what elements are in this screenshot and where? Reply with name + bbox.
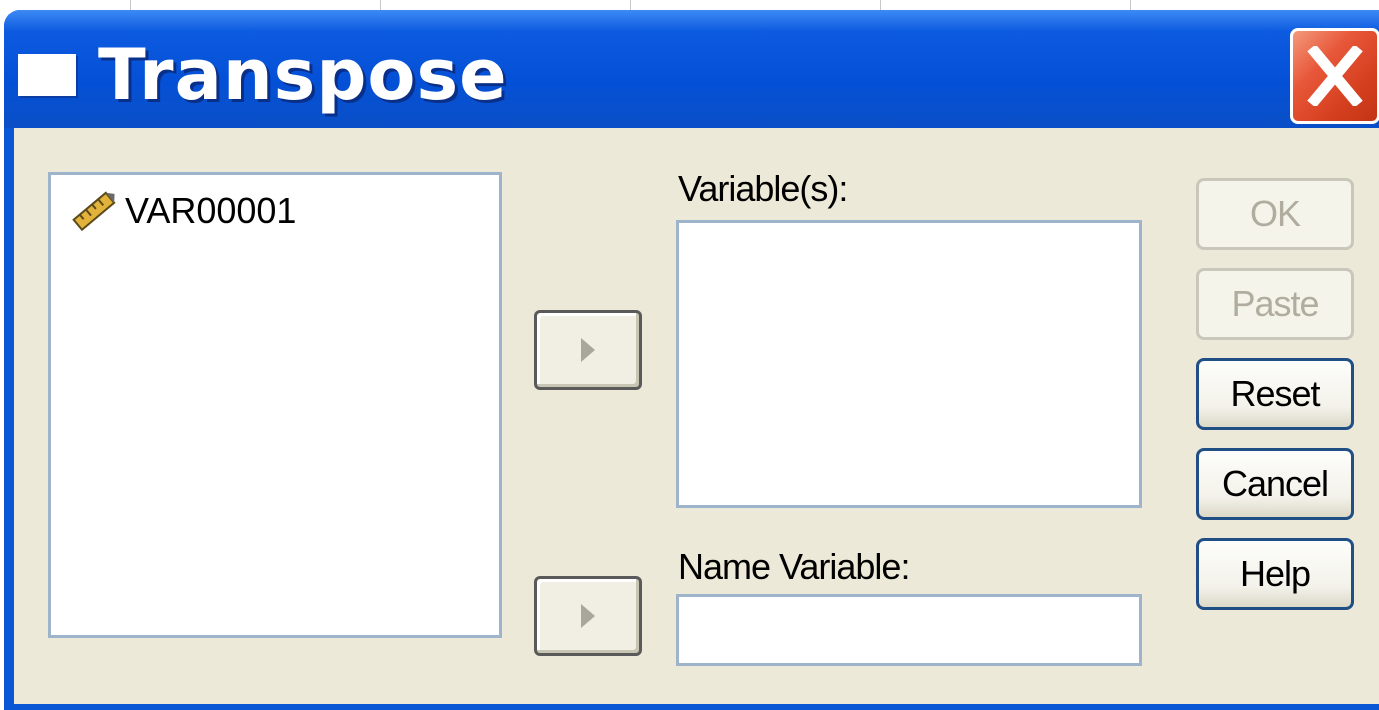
list-item-label: VAR00001 (125, 190, 297, 231)
cancel-button[interactable]: Cancel (1196, 448, 1354, 520)
title-bar[interactable]: Transpose (4, 10, 1379, 128)
window-title: Transpose (98, 34, 508, 116)
close-icon (1307, 46, 1363, 106)
dialog-body: VAR00001 Variable(s): Name Variable: OK … (14, 128, 1379, 704)
window-icon (18, 54, 76, 96)
arrow-right-icon (581, 338, 595, 362)
reset-button[interactable]: Reset (1196, 358, 1354, 430)
move-to-variables-button[interactable] (534, 310, 642, 390)
name-variable-field[interactable] (676, 594, 1142, 666)
arrow-right-icon (581, 604, 595, 628)
list-item-var00001[interactable]: VAR00001 (69, 185, 296, 237)
paste-button[interactable]: Paste (1196, 268, 1354, 340)
variables-label: Variable(s): (678, 168, 848, 209)
variables-list[interactable] (676, 220, 1142, 508)
name-variable-label: Name Variable: (678, 546, 910, 587)
move-to-name-variable-button[interactable] (534, 576, 642, 656)
help-button[interactable]: Help (1196, 538, 1354, 610)
ruler-pencil-icon (72, 191, 116, 232)
close-button[interactable] (1290, 28, 1379, 124)
source-variable-list[interactable]: VAR00001 (48, 172, 502, 638)
ok-button[interactable]: OK (1196, 178, 1354, 250)
transpose-dialog: Transpose VAR00001 Variable(s): Name Var… (4, 10, 1379, 710)
